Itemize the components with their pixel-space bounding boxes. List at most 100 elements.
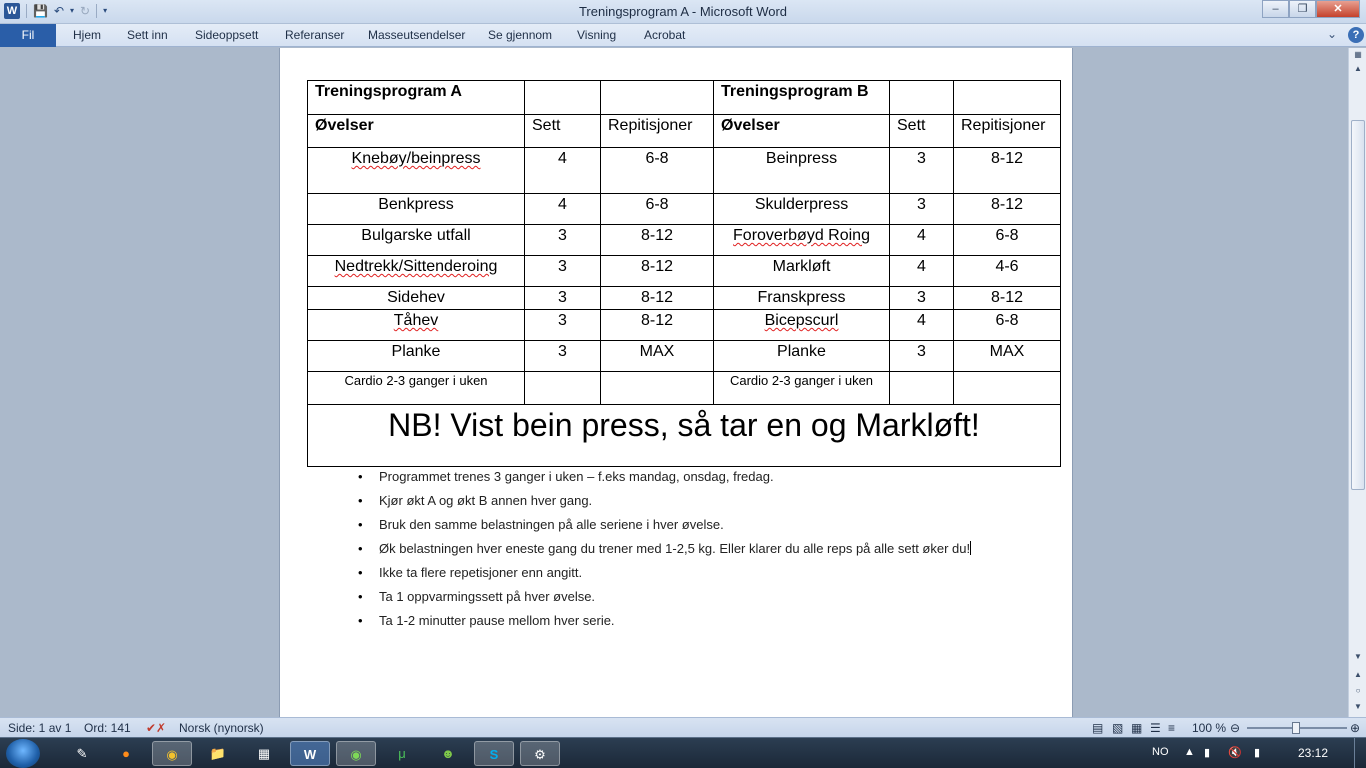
previous-page-icon[interactable]: ▲ <box>1350 668 1366 682</box>
draft-icon[interactable]: ≡ <box>1168 721 1175 735</box>
tab-visning[interactable]: Visning <box>577 24 616 47</box>
volume-muted-icon[interactable]: 🔇 <box>1228 746 1242 759</box>
maximize-button[interactable]: ❐ <box>1289 0 1316 18</box>
steam-icon[interactable]: ⚙ <box>520 741 560 766</box>
reps-a: 8-12 <box>600 286 714 310</box>
word-taskbar-icon[interactable]: W <box>290 741 330 766</box>
expand-ribbon-icon[interactable]: ⌄ <box>1327 27 1337 41</box>
header-rep-a: Repitisjoner <box>600 114 714 148</box>
next-page-icon[interactable]: ▼ <box>1350 700 1366 714</box>
exercise-b: Markløft <box>713 255 890 287</box>
scroll-thumb[interactable] <box>1351 120 1365 490</box>
full-screen-reading-icon[interactable]: ▧ <box>1112 721 1123 735</box>
header-ovelser-a: Øvelser <box>307 114 525 148</box>
utorrent-icon[interactable]: μ <box>382 741 422 766</box>
scroll-down-icon[interactable]: ▼ <box>1350 650 1366 664</box>
tab-hjem[interactable]: Hjem <box>73 24 101 47</box>
skype-icon[interactable]: S <box>474 741 514 766</box>
device-icon[interactable]: ▮ <box>1204 746 1210 759</box>
input-language[interactable]: NO <box>1152 746 1169 758</box>
network-icon[interactable]: ▮ <box>1254 746 1260 759</box>
list-item: Programmet trenes 3 ganger i uken – f.ek… <box>358 468 978 485</box>
page-count[interactable]: Side: 1 av 1 <box>8 721 71 735</box>
reps-b: 8-12 <box>953 147 1061 194</box>
header-ovelser-b: Øvelser <box>713 114 890 148</box>
firefox-icon[interactable]: ● <box>106 741 146 766</box>
zoom-in-icon[interactable]: ⊕ <box>1350 721 1360 735</box>
tab-sideoppsett[interactable]: Sideoppsett <box>195 24 258 47</box>
table-cell <box>524 80 601 115</box>
reps-a: 8-12 <box>600 309 714 341</box>
cardio-a: Cardio 2-3 ganger i uken <box>307 371 525 405</box>
tab-acrobat[interactable]: Acrobat <box>644 24 685 47</box>
table-row: Bulgarske utfall 3 8-12 Foroverbøyd Roin… <box>307 224 1061 256</box>
reps-b: 6-8 <box>953 309 1061 341</box>
proofing-icon[interactable]: ✔✗ <box>146 721 166 735</box>
reps-a: 8-12 <box>600 255 714 287</box>
reps-a: MAX <box>600 340 714 372</box>
exercise-b: Skulderpress <box>713 193 890 225</box>
browse-object-icon[interactable]: ○ <box>1350 684 1366 698</box>
list-item-text: Øk belastningen hver eneste gang du tren… <box>379 541 971 556</box>
vertical-scrollbar[interactable]: ▦ ▲ ▼ ▲ ○ ▼ <box>1348 48 1366 717</box>
sets-a: 3 <box>524 340 601 372</box>
sets-a: 3 <box>524 309 601 341</box>
exercise-b: Planke <box>713 340 890 372</box>
table-cell <box>953 371 1061 405</box>
start-button[interactable] <box>6 739 40 768</box>
outline-icon[interactable]: ☰ <box>1150 721 1161 735</box>
language[interactable]: Norsk (nynorsk) <box>179 721 264 735</box>
chrome-icon[interactable]: ◉ <box>152 741 192 766</box>
reps-a: 8-12 <box>600 224 714 256</box>
zoom-slider-handle[interactable] <box>1292 722 1300 734</box>
tab-se-gjennom[interactable]: Se gjennom <box>488 24 552 47</box>
sets-a: 4 <box>524 193 601 225</box>
sets-b: 3 <box>889 193 954 225</box>
sets-b: 3 <box>889 340 954 372</box>
sets-a: 3 <box>524 286 601 310</box>
ruler-toggle-icon[interactable]: ▦ <box>1350 48 1366 62</box>
pen-tool-icon[interactable]: ✎ <box>62 741 102 766</box>
list-item: Kjør økt A og økt B annen hver gang. <box>358 492 978 509</box>
show-desktop-button[interactable] <box>1354 738 1366 768</box>
reps-b: MAX <box>953 340 1061 372</box>
zoom-out-icon[interactable]: ⊖ <box>1230 721 1240 735</box>
exercise-b: Bicepscurl <box>713 309 890 341</box>
program-b-title: Treningsprogram B <box>713 80 890 115</box>
exercise-a: Knebøy/beinpress <box>307 147 525 194</box>
tab-file[interactable]: Fil <box>0 24 56 47</box>
table-cell <box>600 80 714 115</box>
tab-masseutsendelser[interactable]: Masseutsendelser <box>368 24 465 47</box>
close-button[interactable]: ✕ <box>1316 0 1360 18</box>
minimize-button[interactable]: – <box>1262 0 1289 18</box>
print-layout-icon[interactable]: ▤ <box>1092 721 1103 735</box>
title-bar: W 💾 ↶ ▾ ↻ ▾ Treningsprogram A - Microsof… <box>0 0 1366 24</box>
document-page[interactable]: Treningsprogram A Treningsprogram B Øvel… <box>279 48 1073 717</box>
list-item: Ta 1-2 minutter pause mellom hver serie. <box>358 612 978 629</box>
sets-a: 3 <box>524 255 601 287</box>
table-row: Cardio 2-3 ganger i uken Cardio 2-3 gang… <box>307 371 1061 405</box>
clock[interactable]: 23:12 <box>1298 746 1328 760</box>
list-item: Bruk den samme belastningen på alle seri… <box>358 516 978 533</box>
table-row: Benkpress 4 6-8 Skulderpress 3 8-12 <box>307 193 1061 225</box>
show-hidden-icons-icon[interactable]: ▲ <box>1184 746 1195 758</box>
exercise-a: Nedtrekk/Sittenderoing <box>307 255 525 287</box>
word-count[interactable]: Ord: 141 <box>84 721 131 735</box>
cardio-b: Cardio 2-3 ganger i uken <box>713 371 890 405</box>
calculator-icon[interactable]: ▦ <box>244 741 284 766</box>
reps-b: 8-12 <box>953 193 1061 225</box>
tab-sett-inn[interactable]: Sett inn <box>127 24 168 47</box>
reps-b: 8-12 <box>953 286 1061 310</box>
tab-referanser[interactable]: Referanser <box>285 24 344 47</box>
exercise-b: Beinpress <box>713 147 890 194</box>
training-table: Treningsprogram A Treningsprogram B Øvel… <box>307 80 1061 467</box>
help-icon[interactable]: ? <box>1348 27 1364 43</box>
explorer-icon[interactable]: 📁 <box>198 741 238 766</box>
scroll-up-icon[interactable]: ▲ <box>1350 62 1366 76</box>
window-title: Treningsprogram A - Microsoft Word <box>578 4 788 19</box>
spotify-icon[interactable]: ◉ <box>336 741 376 766</box>
messenger-icon[interactable]: ☻ <box>428 741 468 766</box>
web-layout-icon[interactable]: ▦ <box>1131 721 1142 735</box>
zoom-level[interactable]: 100 % <box>1192 721 1226 735</box>
sets-a: 3 <box>524 224 601 256</box>
